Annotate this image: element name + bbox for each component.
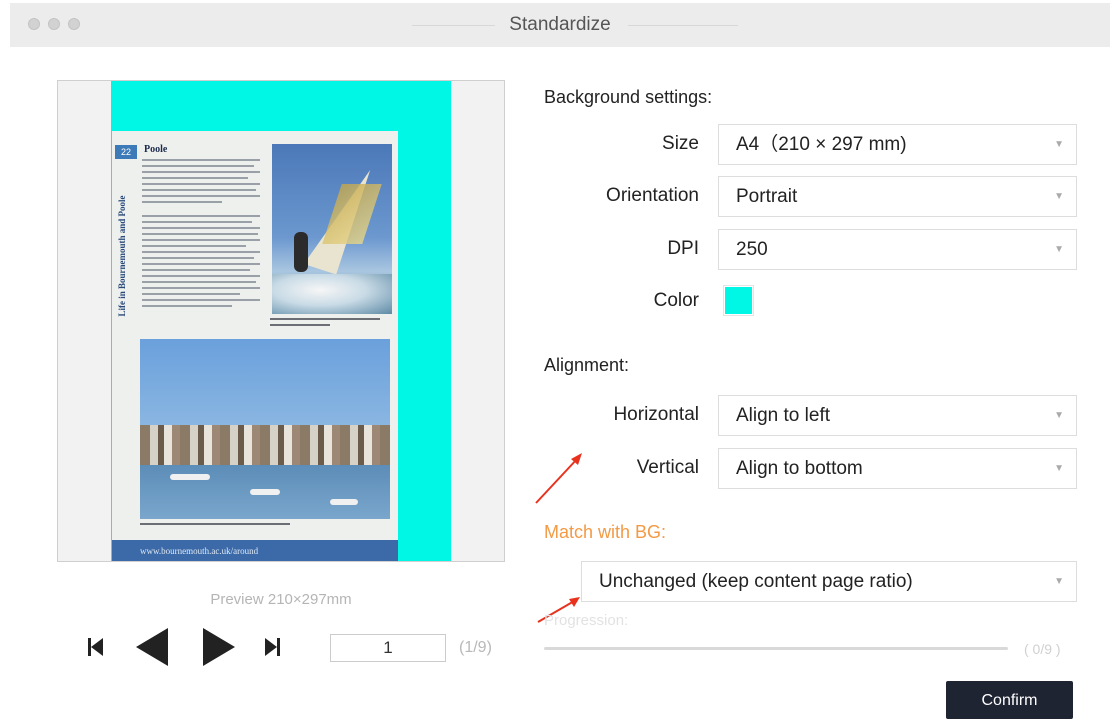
window-title: Standardize: [495, 14, 625, 35]
text-line: [142, 201, 222, 203]
match-bg-heading: Match with BG:: [544, 522, 667, 542]
text-line: [142, 189, 256, 191]
progress-count: ( 0/9 ): [1024, 641, 1061, 657]
text-line: [142, 305, 232, 307]
size-label: Size: [662, 133, 699, 154]
chevron-down-icon: ▼: [1054, 191, 1064, 202]
text-line: [142, 215, 260, 217]
color-label: Color: [653, 290, 699, 311]
text-line: [142, 257, 254, 259]
title-bar: Standardize: [10, 3, 1110, 47]
text-line: [142, 269, 250, 271]
horizontal-align-value: Align to left: [736, 405, 830, 426]
chevron-down-icon: ▼: [1054, 463, 1064, 474]
icon-triangle: [136, 628, 168, 666]
previous-icon[interactable]: [136, 628, 170, 666]
text-line: [142, 165, 254, 167]
text-line: [142, 233, 258, 235]
windsurfer-photo: [272, 144, 392, 314]
text-line: [142, 171, 260, 173]
icon-triangle: [265, 638, 277, 656]
thumbnail-vertical-text: Life in Bournemouth and Poole: [117, 195, 127, 317]
text-line: [142, 287, 260, 289]
chevron-down-icon: ▼: [1054, 244, 1064, 255]
text-line: [142, 275, 260, 277]
text-line: [142, 263, 260, 265]
match-bg-value: Unchanged (keep content page ratio): [599, 571, 913, 592]
orientation-label: Orientation: [606, 185, 699, 206]
text-line: [142, 293, 240, 295]
match-bg-select[interactable]: Unchanged (keep content page ratio) ▼: [581, 561, 1077, 602]
thumbnail-footer: www.bournemouth.ac.uk/around: [112, 540, 398, 561]
text-line: [142, 177, 248, 179]
photo-caption-line: [140, 523, 290, 525]
text-line: [142, 227, 260, 229]
text-line: [142, 245, 246, 247]
text-line: [142, 251, 260, 253]
annotation-arrow-icon: [535, 453, 582, 504]
icon-triangle: [203, 628, 235, 666]
dpi-select-value: 250: [736, 239, 768, 260]
photo-caption-line: [270, 318, 380, 320]
vertical-align-select[interactable]: Align to bottom ▼: [718, 448, 1077, 489]
window-title-wrap: Standardize: [10, 14, 1110, 36]
boat-shape: [330, 499, 358, 505]
page-number-input[interactable]: [330, 634, 446, 662]
text-line: [142, 195, 260, 197]
orientation-select[interactable]: Portrait ▼: [718, 176, 1077, 217]
orientation-select-value: Portrait: [736, 186, 798, 207]
boat-shape: [170, 474, 210, 480]
size-select-value: A4（210 × 297 mm): [736, 134, 907, 155]
preview-panel: 22 Life in Bournemouth and Poole Poole w…: [57, 80, 505, 562]
dpi-label: DPI: [667, 238, 699, 259]
text-line: [142, 159, 260, 161]
background-settings-heading: Background settings:: [544, 87, 713, 107]
dpi-select[interactable]: 250 ▼: [718, 229, 1077, 270]
surfer-shape: [294, 232, 308, 272]
thumbnail-vertical-text-wrap: Life in Bournemouth and Poole: [114, 161, 130, 351]
next-icon[interactable]: [203, 628, 237, 666]
thumbnail-article-title: Poole: [144, 144, 168, 155]
text-line: [142, 299, 260, 301]
progress-label: Progression:: [544, 612, 629, 629]
size-select[interactable]: A4（210 × 297 mm) ▼: [718, 124, 1077, 165]
spray-shape: [272, 274, 392, 314]
photo-caption-line: [270, 324, 330, 326]
horizontal-label: Horizontal: [613, 404, 699, 425]
confirm-button[interactable]: Confirm: [946, 681, 1073, 719]
text-line: [142, 239, 260, 241]
color-swatch[interactable]: [724, 286, 753, 315]
scanned-page-thumbnail: 22 Life in Bournemouth and Poole Poole: [112, 131, 398, 561]
preview-caption: Preview 210×297mm: [210, 591, 352, 608]
progress-bar: [544, 647, 1008, 650]
chevron-down-icon: ▼: [1054, 410, 1064, 421]
sky-shape: [140, 339, 390, 434]
text-line: [142, 221, 252, 223]
chevron-down-icon: ▼: [1054, 576, 1064, 587]
chevron-down-icon: ▼: [1054, 139, 1064, 150]
alignment-heading: Alignment:: [544, 355, 630, 375]
harbour-photo: [140, 339, 390, 519]
text-line: [142, 281, 256, 283]
icon-bar: [277, 638, 280, 656]
page-count: (1/9): [459, 639, 492, 656]
thumbnail-footer-text: www.bournemouth.ac.uk/around: [140, 546, 259, 556]
horizontal-align-select[interactable]: Align to left ▼: [718, 395, 1077, 436]
icon-triangle: [91, 638, 103, 656]
thumbnail-page-number: 22: [115, 145, 137, 159]
text-line: [142, 183, 260, 185]
vertical-align-value: Align to bottom: [736, 458, 863, 479]
skip-to-last-icon[interactable]: [265, 638, 281, 656]
boat-shape: [250, 489, 280, 495]
skip-to-first-icon[interactable]: [88, 638, 104, 656]
town-shape: [140, 425, 390, 465]
